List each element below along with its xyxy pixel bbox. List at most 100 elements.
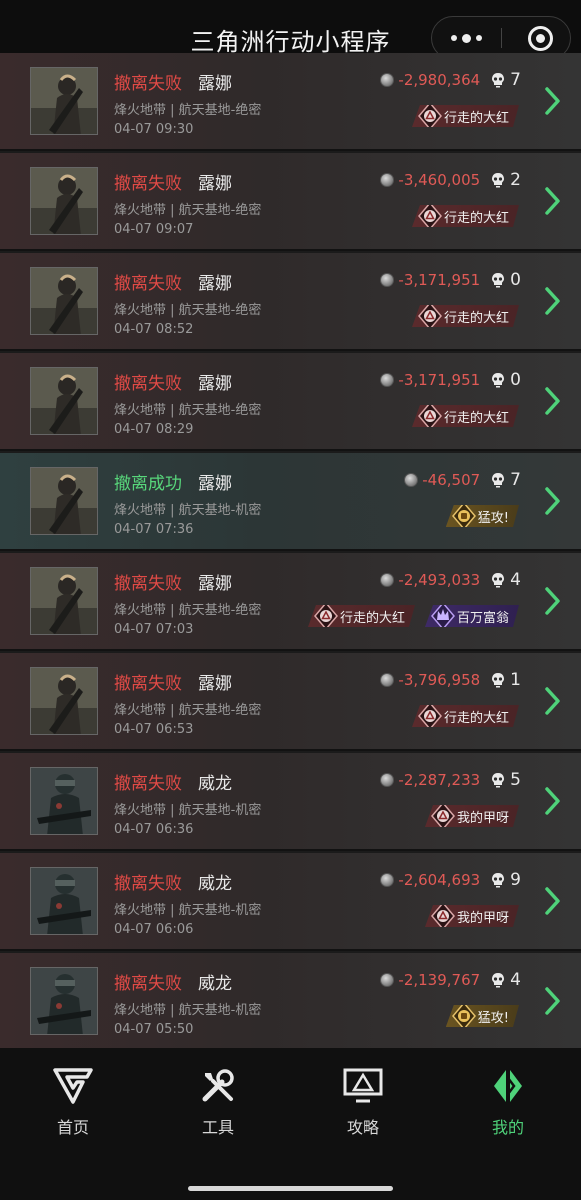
tag-list: 猛攻! — [446, 1005, 519, 1027]
chevron-right-icon — [545, 87, 560, 115]
value-summary: -3,171,951 0 — [380, 269, 521, 291]
operator-name: 露娜 — [198, 474, 232, 494]
chevron-right-icon — [545, 687, 560, 715]
chevron-right-icon — [545, 487, 560, 515]
extraction-status: 撤离失败 — [114, 574, 182, 594]
extraction-status: 撤离失败 — [114, 674, 182, 694]
coin-icon — [380, 273, 395, 287]
value-summary: -2,139,767 4 — [380, 969, 521, 991]
match-record-row[interactable]: 撤离成功 露娜 烽火地带 | 航天基地-机密 04-07 07:36 -46,507 7 猛… — [0, 453, 581, 551]
match-record-row[interactable]: 撤离失败 露娜 烽火地带 | 航天基地-绝密 04-07 07:03 -2,493,03… — [0, 553, 581, 651]
kill-count: 4 — [510, 970, 521, 990]
triangle-badge-icon — [314, 602, 338, 630]
achievement-tag: 行走的大红 — [412, 105, 519, 127]
close-miniprogram-icon[interactable] — [528, 26, 553, 51]
triangle-badge-icon — [418, 302, 442, 330]
triangle-badge-icon — [418, 402, 442, 430]
nav-home[interactable]: 首页 — [23, 1068, 123, 1138]
operator-avatar — [30, 167, 98, 235]
tag-label: 我的甲呀 — [456, 910, 509, 926]
match-time: 04-07 09:30 — [114, 122, 194, 137]
operator-name: 威龙 — [198, 774, 232, 794]
value-summary: -3,796,958 1 — [380, 669, 521, 691]
tag-list: 行走的大红 — [412, 405, 519, 427]
match-record-row[interactable]: 撤离失败 露娜烽火地带 | 航天基地-绝密 04-07 09:07 -3,460,00… — [0, 153, 581, 251]
kill-count: 2 — [510, 170, 521, 190]
match-record-list[interactable]: 撤离失败 露娜 烽火地带 | 航天基地-绝密 04-07 09:30 -2,980,36… — [0, 53, 581, 1048]
crown-badge-icon — [431, 602, 455, 630]
operator-avatar — [30, 267, 98, 335]
match-time: 04-07 07:03 — [114, 622, 194, 637]
asset-value: -3,171,951 — [398, 271, 481, 289]
operator-avatar — [30, 667, 98, 735]
value-summary: -2,493,033 4 — [380, 569, 521, 591]
operator-avatar — [30, 867, 98, 935]
tag-label: 猛攻! — [477, 510, 509, 526]
map-info: 烽火地带 | 航天基地-绝密 — [114, 403, 262, 418]
extraction-status: 撤离失败 — [114, 74, 182, 94]
kill-count: 1 — [510, 670, 521, 690]
asset-value: -2,287,233 — [398, 771, 481, 789]
extraction-status: 撤离失败 — [114, 974, 182, 994]
achievement-tag: 我的甲呀 — [425, 805, 519, 827]
bottom-nav: 首页 工具 攻略 我的 — [0, 1048, 581, 1200]
coin-icon — [380, 873, 395, 887]
map-info: 烽火地带 | 航天基地-绝密 — [114, 203, 262, 218]
match-time: 04-07 09:07 — [114, 222, 194, 237]
achievement-tag: 行走的大红 — [412, 205, 519, 227]
chevron-right-icon — [545, 787, 560, 815]
map-info: 烽火地带 | 航天基地-机密 — [114, 803, 262, 818]
coin-icon — [380, 973, 395, 987]
match-record-row[interactable]: 撤离失败 露娜 烽火地带 | 航天基地-绝密 04-07 06:53 -3,796,95… — [0, 653, 581, 751]
asset-value: -2,139,767 — [398, 971, 481, 989]
monitor-icon — [343, 1068, 383, 1103]
kill-count: 0 — [510, 370, 521, 390]
fist-badge-icon — [452, 502, 476, 530]
operator-name: 露娜 — [198, 374, 232, 394]
asset-value: -3,460,005 — [398, 171, 481, 189]
operator-avatar — [30, 467, 98, 535]
tag-label: 行走的大红 — [443, 710, 509, 726]
triangle-badge-icon — [431, 902, 455, 930]
diamond-split-icon — [494, 1070, 522, 1102]
map-info: 烽火地带 | 航天基地-机密 — [114, 503, 262, 518]
operator-avatar — [30, 567, 98, 635]
triangle-badge-icon — [431, 802, 455, 830]
match-record-row[interactable]: 撤离失败 露娜 烽火地带 | 航天基地-绝密 04-07 08:52 -3,171,95… — [0, 253, 581, 351]
tag-list: 我的甲呀 — [425, 905, 519, 927]
kill-count: 4 — [510, 570, 521, 590]
coin-icon — [380, 773, 395, 787]
match-record-row[interactable]: 撤离失败 威龙 烽火地带 | 航天基地-机密 04-07 06:06 -2,604,69… — [0, 853, 581, 951]
achievement-tag: 百万富翁 — [425, 605, 519, 627]
kill-count: 0 — [510, 270, 521, 290]
operator-avatar — [30, 367, 98, 435]
operator-name: 露娜 — [198, 174, 232, 194]
match-record-row[interactable]: 撤离失败 威龙 烽火地带 | 航天基地-机密 04-07 06:36 -2,287,23… — [0, 753, 581, 851]
skull-icon — [492, 273, 505, 288]
coin-icon — [380, 73, 395, 87]
nav-guides[interactable]: 攻略 — [313, 1068, 413, 1138]
match-record-row[interactable]: 撤离失败 露娜 烽火地带 | 航天基地-绝密 04-07 08:29 -3,171,95… — [0, 353, 581, 451]
asset-value: -3,171,951 — [398, 371, 481, 389]
nav-tools[interactable]: 工具 — [168, 1068, 268, 1138]
nav-mine[interactable]: 我的 — [458, 1068, 558, 1138]
tag-list: 行走的大红 — [412, 705, 519, 727]
achievement-tag: 猛攻! — [446, 1005, 519, 1027]
nav-label: 工具 — [201, 1118, 234, 1137]
tag-label: 我的甲呀 — [456, 810, 509, 826]
extraction-status: 撤离失败 — [114, 174, 182, 194]
match-record-row[interactable]: 撤离失败 露娜 烽火地带 | 航天基地-绝密 04-07 09:30 -2,980,36… — [0, 53, 581, 151]
coin-icon — [404, 473, 419, 487]
asset-value: -46,507 — [422, 471, 481, 489]
tag-label: 行走的大红 — [443, 310, 509, 326]
skull-icon — [492, 673, 505, 688]
wrench-screwdriver-icon — [202, 1069, 234, 1102]
value-summary: -46,507 7 — [404, 469, 521, 491]
match-record-row[interactable]: 撤离失败 威龙 烽火地带 | 航天基地-机密 04-07 05:50 -2,139,76… — [0, 953, 581, 1048]
tag-label: 猛攻! — [477, 1010, 509, 1026]
operator-avatar — [30, 967, 98, 1035]
chevron-right-icon — [545, 987, 560, 1015]
value-summary: -2,980,364 7 — [380, 69, 521, 91]
triangle-badge-icon — [418, 702, 442, 730]
match-time: 04-07 06:53 — [114, 722, 194, 737]
